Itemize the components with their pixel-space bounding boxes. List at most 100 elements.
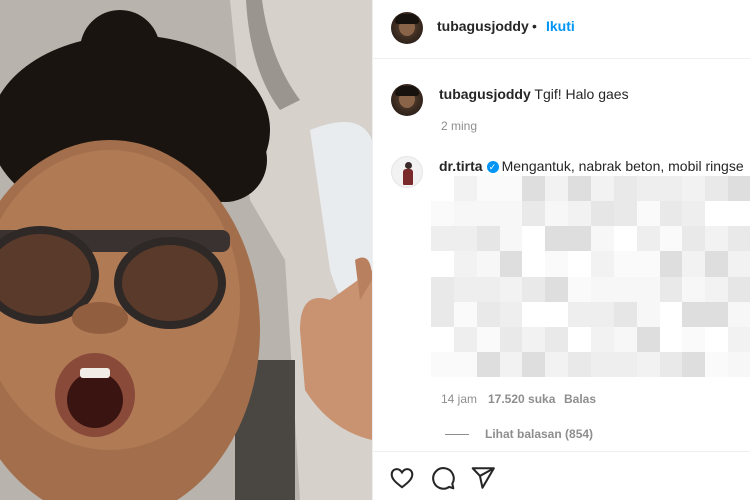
censor-block bbox=[705, 201, 729, 227]
censor-block bbox=[591, 326, 614, 352]
censor-block bbox=[682, 276, 706, 302]
censor-block bbox=[431, 226, 454, 252]
censor-block bbox=[613, 351, 637, 377]
censor-block bbox=[476, 226, 500, 252]
censor-block bbox=[591, 201, 614, 227]
censor-block bbox=[476, 276, 500, 302]
view-replies-label: Lihat balasan (854) bbox=[485, 427, 594, 441]
comment-icon[interactable] bbox=[430, 465, 456, 491]
censor-block bbox=[659, 201, 683, 227]
censor-block bbox=[728, 176, 750, 202]
censor-block bbox=[613, 201, 637, 227]
censor-block bbox=[453, 201, 477, 227]
comment-username[interactable]: dr.tirta bbox=[439, 158, 483, 174]
censor-block bbox=[705, 351, 729, 377]
share-icon[interactable] bbox=[470, 465, 496, 491]
heart-icon[interactable] bbox=[389, 465, 415, 491]
censor-block bbox=[728, 276, 750, 302]
censor-block bbox=[591, 226, 614, 252]
censor-block bbox=[659, 276, 683, 302]
censor-block bbox=[613, 326, 637, 352]
censor-block bbox=[545, 251, 569, 277]
censor-block bbox=[705, 276, 729, 302]
reply-button[interactable]: Balas bbox=[564, 392, 596, 406]
censor-block bbox=[613, 276, 637, 302]
censor-block bbox=[728, 201, 750, 227]
censor-block bbox=[431, 251, 454, 277]
censor-block bbox=[728, 351, 750, 377]
censor-block bbox=[728, 301, 750, 327]
censor-block bbox=[522, 201, 546, 227]
censor-block bbox=[476, 351, 500, 377]
censor-block bbox=[613, 251, 637, 277]
censor-block bbox=[705, 326, 729, 352]
censor-block bbox=[636, 301, 660, 327]
censor-block bbox=[682, 201, 706, 227]
censor-block bbox=[522, 251, 546, 277]
censor-block bbox=[613, 176, 637, 202]
censor-block bbox=[522, 326, 546, 352]
censor-block bbox=[659, 326, 683, 352]
censor-block bbox=[545, 276, 569, 302]
censor-block bbox=[728, 326, 750, 352]
censor-block bbox=[728, 226, 750, 252]
censor-block bbox=[659, 301, 683, 327]
censor-block bbox=[431, 201, 454, 227]
censor-block bbox=[453, 251, 477, 277]
censor-block bbox=[545, 226, 569, 252]
censor-block bbox=[499, 201, 523, 227]
caption-time[interactable]: 2 ming bbox=[441, 119, 477, 133]
censor-block bbox=[568, 226, 591, 252]
censor-block bbox=[568, 351, 591, 377]
censor-block bbox=[568, 276, 591, 302]
censor-block bbox=[453, 226, 477, 252]
censor-block bbox=[591, 351, 614, 377]
author-username[interactable]: tubagusjoddy bbox=[437, 18, 529, 34]
censor-block bbox=[522, 301, 546, 327]
censor-block bbox=[682, 351, 706, 377]
censor-block bbox=[499, 176, 523, 202]
selfie-image bbox=[0, 0, 372, 500]
censor-block bbox=[453, 351, 477, 377]
censor-block bbox=[682, 326, 706, 352]
censor-block bbox=[591, 301, 614, 327]
censor-block bbox=[659, 251, 683, 277]
caption-avatar[interactable] bbox=[391, 84, 423, 116]
censor-block bbox=[728, 251, 750, 277]
censor-block bbox=[545, 201, 569, 227]
censor-block bbox=[705, 251, 729, 277]
caption: tubagusjoddy Tgif! Halo gaes bbox=[439, 86, 629, 102]
pixelated-censor-overlay bbox=[431, 176, 750, 377]
author-avatar[interactable] bbox=[391, 12, 423, 44]
view-replies-link[interactable]: Lihat balasan (854) bbox=[445, 427, 593, 441]
censor-block bbox=[453, 326, 477, 352]
censor-block bbox=[636, 226, 660, 252]
censor-block bbox=[499, 251, 523, 277]
censor-block bbox=[568, 326, 591, 352]
censor-block bbox=[431, 326, 454, 352]
censor-block bbox=[499, 301, 523, 327]
censor-block bbox=[476, 176, 500, 202]
post-panel: tubagusjoddy • Ikuti tubagusjoddy Tgif! … bbox=[372, 0, 750, 500]
replies-divider bbox=[445, 434, 469, 436]
censor-block bbox=[499, 226, 523, 252]
caption-username[interactable]: tubagusjoddy bbox=[439, 86, 531, 102]
post-header: tubagusjoddy • Ikuti bbox=[373, 0, 750, 59]
censor-block bbox=[636, 176, 660, 202]
censor-block bbox=[476, 326, 500, 352]
censor-block bbox=[705, 301, 729, 327]
censor-block bbox=[591, 176, 614, 202]
follow-button[interactable]: Ikuti bbox=[546, 18, 575, 34]
censor-block bbox=[431, 351, 454, 377]
commenter-avatar[interactable] bbox=[391, 156, 423, 188]
comment-time[interactable]: 14 jam bbox=[441, 392, 477, 406]
censor-block bbox=[453, 301, 477, 327]
censor-block bbox=[613, 226, 637, 252]
censor-block bbox=[522, 351, 546, 377]
censor-block bbox=[431, 176, 454, 202]
comment-likes[interactable]: 17.520 suka bbox=[488, 392, 555, 406]
censor-block bbox=[636, 201, 660, 227]
censor-block bbox=[476, 301, 500, 327]
censor-block bbox=[453, 176, 477, 202]
censor-block bbox=[453, 276, 477, 302]
